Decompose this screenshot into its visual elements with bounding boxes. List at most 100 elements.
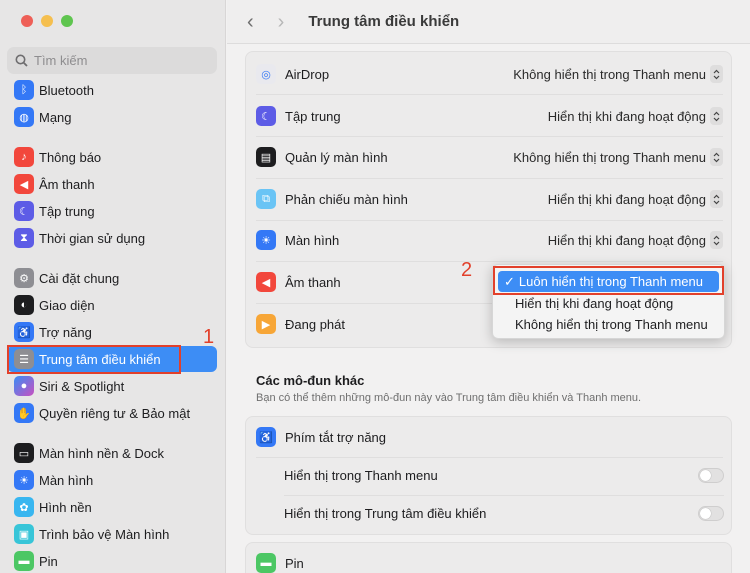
accessibility-shortcuts-card: ♿ Phím tắt trợ năng Hiển thị trong Thanh…: [245, 416, 732, 535]
globe-icon: ◍: [14, 107, 34, 127]
sidebar-item-label: Quyền riêng tư & Bảo mật: [39, 405, 191, 421]
play-icon: ▶: [256, 314, 276, 334]
sidebar-item-privacy[interactable]: ✋ Quyền riêng tư & Bảo mật: [7, 400, 217, 426]
highlight-box-1: [7, 345, 181, 374]
accessibility-icon: ♿: [256, 427, 276, 447]
accessibility-icon: ♿: [14, 322, 34, 342]
sidebar-item-label: Hình nền: [39, 499, 92, 515]
sidebar-item-focus[interactable]: ☾ Tập trung: [7, 198, 217, 224]
module-visibility-select[interactable]: Hiển thị khi đang hoạt động: [548, 233, 706, 248]
sidebar-item-wallpaper[interactable]: ✿ Hình nền: [7, 494, 217, 520]
search-placeholder: Tìm kiếm: [34, 53, 88, 68]
sidebar-item-network[interactable]: ◍ Mạng: [7, 104, 217, 130]
setting-label: Hiển thị trong Thanh menu: [284, 467, 438, 483]
module-label: Tập trung: [285, 108, 341, 124]
sidebar-item-label: Mạng: [39, 109, 72, 125]
divider: [256, 136, 723, 137]
sidebar-item-sound[interactable]: ◀ Âm thanh: [7, 171, 217, 197]
airdrop-icon: ◎: [256, 64, 276, 84]
sun-icon: ☀: [256, 230, 276, 250]
dropdown-option-dont-show[interactable]: Không hiển thị trong Thanh menu: [498, 314, 719, 335]
highlight-box-2: [493, 266, 724, 295]
module-row-airdrop: ◎ AirDrop Không hiển thị trong Thanh men…: [256, 58, 723, 90]
sidebar-item-siri[interactable]: ● Siri & Spotlight: [7, 373, 217, 399]
module-row-stage-manager: ▤ Quản lý màn hình Không hiển thị trong …: [256, 141, 723, 173]
divider: [256, 94, 723, 95]
sidebar-item-label: Màn hình: [39, 472, 94, 488]
sidebar-item-label: Siri & Spotlight: [39, 378, 125, 394]
module-label: Quản lý màn hình: [285, 149, 388, 165]
sidebar-item-notifications[interactable]: ♪ Thông báo: [7, 144, 217, 170]
sidebar-item-desktop-dock[interactable]: ▭ Màn hình nền & Dock: [7, 440, 217, 466]
module-row-accessibility-shortcuts: ♿ Phím tắt trợ năng: [256, 421, 723, 453]
moon-icon: ☾: [14, 201, 34, 221]
bell-icon: ♪: [14, 147, 34, 167]
sun-icon: ☀: [14, 470, 34, 490]
chevron-updown-icon[interactable]: [710, 231, 723, 249]
back-chevron-icon[interactable]: ‹: [247, 12, 254, 32]
search-field[interactable]: Tìm kiếm: [7, 47, 217, 74]
module-visibility-select[interactable]: Không hiển thị trong Thanh menu: [513, 150, 706, 165]
close-window-button[interactable]: [21, 15, 33, 27]
sidebar-item-label: Màn hình nền & Dock: [39, 445, 165, 461]
wallpaper-icon: ✿: [14, 497, 34, 517]
search-icon: [15, 54, 28, 67]
sidebar-item-appearance[interactable]: ◐ Giao diện: [7, 292, 217, 318]
other-modules-title: Các mô-đun khác: [256, 373, 365, 388]
setting-row-show-control-center: Hiển thị trong Trung tâm điều khiển: [284, 497, 724, 529]
chevron-updown-icon[interactable]: [710, 107, 723, 125]
dock-icon: ▭: [14, 443, 34, 463]
siri-icon: ●: [14, 376, 34, 396]
module-visibility-select[interactable]: Không hiển thị trong Thanh menu: [513, 67, 706, 82]
module-visibility-select[interactable]: Hiển thị khi đang hoạt động: [548, 109, 706, 124]
screensaver-icon: ▣: [14, 524, 34, 544]
forward-chevron-icon[interactable]: ›: [278, 12, 285, 32]
hourglass-icon: ⧗: [14, 228, 34, 248]
module-label: Màn hình: [285, 232, 340, 248]
module-visibility-select[interactable]: Hiển thị khi đang hoạt động: [548, 192, 706, 207]
sidebar-item-screensaver[interactable]: ▣ Trình bảo vệ Màn hình: [7, 521, 217, 547]
zoom-window-button[interactable]: [61, 15, 73, 27]
sidebar-item-label: Bluetooth: [39, 82, 94, 98]
toolbar: ‹ › Trung tâm điều khiển: [227, 0, 750, 44]
battery-card: ▬ Pin: [245, 542, 732, 573]
sidebar-item-label: Pin: [39, 553, 58, 569]
dropdown-option-label: Không hiển thị trong Thanh menu: [515, 317, 708, 332]
sidebar: Tìm kiếm ᛒ Bluetooth ◍ Mạng ♪ Thông báo …: [0, 0, 226, 573]
module-row-display: ☀ Màn hình Hiển thị khi đang hoạt động: [256, 224, 723, 256]
divider: [284, 495, 724, 496]
hand-icon: ✋: [14, 403, 34, 423]
gear-icon: ⚙: [14, 268, 34, 288]
appearance-icon: ◐: [14, 295, 34, 315]
sidebar-item-screen-time[interactable]: ⧗ Thời gian sử dụng: [7, 225, 217, 251]
sidebar-item-label: Thời gian sử dụng: [39, 230, 146, 246]
module-label: Phản chiếu màn hình: [285, 191, 408, 207]
module-label: Pin: [285, 555, 304, 571]
module-label: Phím tắt trợ năng: [285, 429, 387, 445]
dropdown-option-show-when-active[interactable]: Hiển thị khi đang hoạt động: [498, 293, 719, 314]
sidebar-item-label: Tập trung: [39, 203, 95, 219]
speaker-icon: ◀: [256, 272, 276, 292]
module-row-screen-mirroring: ⧉ Phản chiếu màn hình Hiển thị khi đang …: [256, 183, 723, 215]
sidebar-item-displays[interactable]: ☀ Màn hình: [7, 467, 217, 493]
sidebar-item-general[interactable]: ⚙ Cài đặt chung: [7, 265, 217, 291]
minimize-window-button[interactable]: [41, 15, 53, 27]
moon-icon: ☾: [256, 106, 276, 126]
stage-manager-icon: ▤: [256, 147, 276, 167]
sidebar-item-label: Cài đặt chung: [39, 270, 120, 286]
divider: [256, 261, 723, 262]
sidebar-item-label: Âm thanh: [39, 176, 95, 192]
divider: [256, 220, 723, 221]
sidebar-item-battery[interactable]: ▬ Pin: [7, 548, 217, 573]
chevron-updown-icon[interactable]: [710, 65, 723, 83]
sidebar-item-accessibility[interactable]: ♿ Trợ năng: [7, 319, 217, 345]
sidebar-item-label: Thông báo: [39, 149, 102, 165]
chevron-updown-icon[interactable]: [710, 190, 723, 208]
chevron-updown-icon[interactable]: [710, 148, 723, 166]
show-in-menu-bar-toggle[interactable]: [698, 467, 724, 483]
bluetooth-icon: ᛒ: [14, 80, 34, 100]
module-row-battery: ▬ Pin: [256, 547, 723, 573]
show-in-control-center-toggle[interactable]: [698, 505, 724, 521]
sidebar-item-bluetooth[interactable]: ᛒ Bluetooth: [7, 77, 217, 103]
annotation-number-1: 1: [203, 326, 215, 348]
